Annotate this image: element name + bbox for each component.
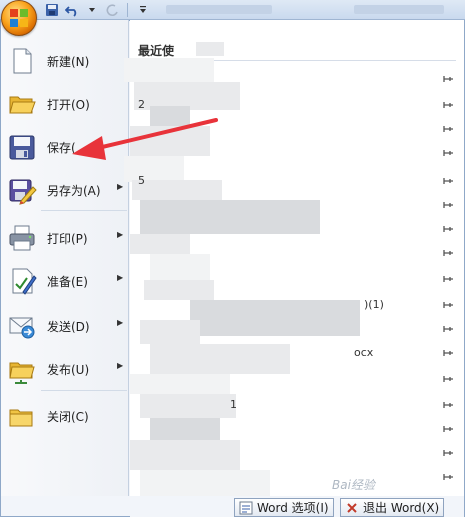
exit-word-button[interactable]: 退出 Word(X) (340, 498, 445, 517)
submenu-arrow-icon: ▶ (117, 273, 124, 282)
submenu-arrow-icon: ▶ (117, 361, 124, 370)
menu-item-label: 打开(O) (47, 98, 90, 112)
pin-icon[interactable] (442, 300, 454, 310)
bottom-bar: Word 选项(I) 退出 Word(X) (130, 496, 464, 517)
save-as-icon (7, 175, 37, 205)
undo-dropdown-icon[interactable] (84, 2, 100, 18)
recent-document-item[interactable]: 5 (130, 170, 464, 192)
menu-item-save-as[interactable]: 另存为(A) ▶ (1, 169, 129, 209)
menu-separator (41, 210, 127, 211)
recent-documents-panel: 最近使 2 5 )(1) ocx 1 (124, 20, 464, 496)
menu-item-label: 保存( (47, 141, 76, 155)
recent-document-item[interactable] (130, 368, 464, 390)
recent-document-item[interactable] (130, 466, 464, 488)
recent-document-item[interactable]: )(1) (130, 294, 464, 316)
blurred-title (228, 5, 272, 14)
office-menu-list: 新建(N) 打开(O) 保存( 另存为(A) ▶ 打印(P) ▶ 准备(E) ▶ (1, 20, 129, 496)
customize-toolbar-icon[interactable] (135, 2, 151, 18)
blurred-text (196, 42, 224, 56)
pin-icon[interactable] (442, 274, 454, 284)
undo-icon[interactable] (64, 2, 80, 18)
menu-item-send[interactable]: 发送(D) ▶ (1, 305, 129, 345)
recent-document-item[interactable]: 1 (130, 394, 464, 416)
printer-icon (7, 223, 37, 253)
recent-document-item[interactable] (130, 194, 464, 216)
menu-item-close[interactable]: 关闭(C) (1, 395, 129, 435)
pin-icon[interactable] (442, 100, 454, 110)
menu-item-new[interactable]: 新建(N) (1, 40, 129, 80)
prepare-document-icon (7, 266, 37, 296)
pin-icon[interactable] (442, 448, 454, 458)
office-logo-icon (10, 9, 28, 27)
toolbar-separator (127, 3, 128, 17)
submenu-arrow-icon: ▶ (117, 182, 124, 191)
menu-item-label: 新建(N) (47, 55, 90, 69)
floppy-disk-icon (7, 132, 37, 162)
recent-document-item[interactable] (130, 418, 464, 440)
close-folder-icon (7, 401, 37, 431)
menu-item-label: 准备(E) (47, 275, 88, 289)
word-options-label: Word 选项(I) (257, 501, 329, 515)
pin-icon[interactable] (442, 400, 454, 410)
pin-icon[interactable] (442, 324, 454, 334)
menu-item-label: 另存为(A) (47, 184, 101, 198)
pin-icon[interactable] (442, 374, 454, 384)
recent-document-item[interactable] (130, 242, 464, 264)
recent-document-item[interactable] (130, 142, 464, 164)
title-bar (0, 0, 465, 20)
office-button[interactable] (1, 0, 37, 36)
menu-separator (41, 390, 127, 391)
recent-document-item[interactable] (130, 318, 464, 340)
menu-item-publish[interactable]: 发布(U) ▶ (1, 348, 129, 388)
blurred-title (166, 5, 236, 14)
recent-document-item[interactable]: 2 (130, 94, 464, 116)
pin-icon[interactable] (442, 248, 454, 258)
options-icon (239, 501, 253, 515)
redo-icon[interactable] (104, 2, 120, 18)
menu-item-print[interactable]: 打印(P) ▶ (1, 217, 129, 257)
send-mail-icon (7, 311, 37, 341)
pin-icon[interactable] (442, 224, 454, 234)
pin-icon[interactable] (442, 124, 454, 134)
recent-document-item[interactable]: ocx (130, 342, 464, 364)
submenu-arrow-icon: ▶ (117, 230, 124, 239)
publish-folder-icon (7, 354, 37, 384)
pin-icon[interactable] (442, 472, 454, 482)
menu-item-label: 发送(D) (47, 320, 90, 334)
word-options-button[interactable]: Word 选项(I) (234, 498, 334, 517)
pin-icon[interactable] (442, 148, 454, 158)
open-folder-icon (7, 89, 37, 119)
recent-documents-title: 最近使 (138, 44, 175, 58)
menu-item-label: 关闭(C) (47, 410, 89, 424)
close-icon (345, 501, 359, 515)
pin-icon[interactable] (442, 74, 454, 84)
save-icon[interactable] (44, 2, 60, 18)
watermark: Bai经验 (332, 478, 375, 492)
menu-item-label: 打印(P) (47, 232, 88, 246)
menu-item-save[interactable]: 保存( (1, 126, 129, 166)
pin-icon[interactable] (442, 176, 454, 186)
recent-document-item[interactable] (130, 268, 464, 290)
pin-icon[interactable] (442, 200, 454, 210)
menu-item-open[interactable]: 打开(O) (1, 83, 129, 123)
exit-word-label: 退出 Word(X) (363, 501, 440, 515)
recent-document-item[interactable] (130, 118, 464, 140)
recent-document-item[interactable] (130, 442, 464, 464)
submenu-arrow-icon: ▶ (117, 318, 124, 327)
menu-item-prepare[interactable]: 准备(E) ▶ (1, 260, 129, 300)
recent-document-item[interactable] (130, 218, 464, 240)
new-document-icon (7, 46, 37, 76)
menu-item-label: 发布(U) (47, 363, 90, 377)
blurred-title (354, 5, 444, 14)
pin-icon[interactable] (442, 348, 454, 358)
pin-icon[interactable] (442, 424, 454, 434)
quick-access-toolbar (44, 0, 151, 20)
recent-document-item[interactable] (130, 68, 464, 90)
